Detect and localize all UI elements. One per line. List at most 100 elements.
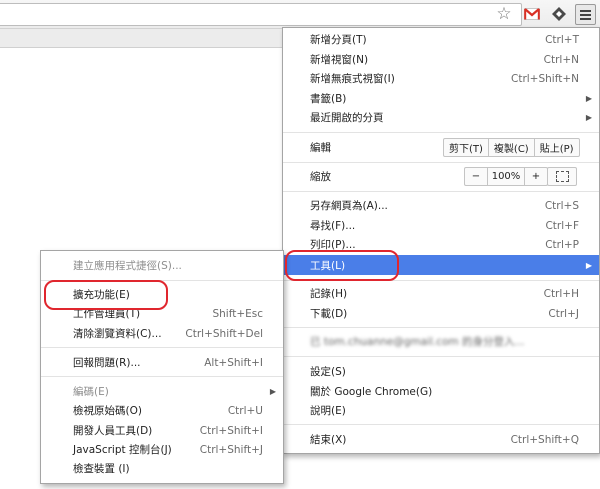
edit-button-group: 剪下(T) 複製(C) 貼上(P) [443, 138, 580, 157]
shortcut-text: Ctrl+U [227, 404, 263, 417]
paste-button[interactable]: 貼上(P) [533, 139, 579, 156]
menu-item-label: 編碼(E) [73, 386, 109, 398]
extension-icon[interactable] [550, 5, 568, 23]
menu-item-help[interactable]: 說明(E) [283, 401, 599, 420]
menu-item-label: 清除瀏覽資料(C)... [73, 328, 162, 340]
cut-button[interactable]: 剪下(T) [444, 139, 488, 156]
menu-item-new-tab[interactable]: 新增分頁(T) Ctrl+T [283, 30, 599, 49]
menu-item-label: 檢視原始碼(O) [73, 405, 142, 417]
menu-item-js-console[interactable]: JavaScript 控制台(J) Ctrl+Shift+J [41, 440, 283, 459]
menu-item-tools[interactable]: 工具(L) ▶ [283, 255, 599, 275]
menu-item-signed-in[interactable]: 已 tom.chuanne@gmail.com 的身分登入... [283, 332, 599, 351]
menu-item-label: 編輯 [310, 142, 331, 154]
menu-item-label: 回報問題(R)... [73, 357, 141, 369]
menu-item-recent-tabs[interactable]: 最近開啟的分頁 ▶ [283, 108, 599, 127]
zoom-level: 100% [487, 168, 524, 185]
shortcut-text: Ctrl+Shift+N [511, 72, 579, 85]
menu-item-label: 另存網頁為(A)... [310, 200, 388, 212]
menu-item-label: 新增視窗(N) [310, 54, 369, 66]
menu-item-view-source[interactable]: 檢視原始碼(O) Ctrl+U [41, 401, 283, 420]
omnibox[interactable] [0, 3, 522, 26]
menu-item-dev-tools[interactable]: 開發人員工具(D) Ctrl+Shift+I [41, 421, 283, 440]
menu-divider [41, 347, 283, 348]
shortcut-text: Ctrl+H [543, 287, 579, 300]
copy-button[interactable]: 複製(C) [487, 139, 534, 156]
shortcut-text: Alt+Shift+I [204, 356, 263, 369]
menu-item-label: 開發人員工具(D) [73, 425, 153, 437]
menu-item-label: 關於 Google Chrome(G) [310, 386, 433, 398]
menu-item-print[interactable]: 列印(P)... Ctrl+P [283, 235, 599, 254]
menu-item-label: 書籤(B) [310, 93, 347, 105]
menu-item-label: 尋找(F)... [310, 220, 356, 232]
shortcut-text: Ctrl+N [543, 53, 579, 66]
menu-item-bookmarks[interactable]: 書籤(B) ▶ [283, 89, 599, 108]
menu-item-label: 新增無痕式視窗(I) [310, 73, 395, 85]
menu-item-settings[interactable]: 設定(S) [283, 362, 599, 381]
menu-item-history[interactable]: 記錄(H) Ctrl+H [283, 284, 599, 303]
menu-item-label: 擴充功能(E) [73, 289, 130, 301]
menu-item-about[interactable]: 關於 Google Chrome(G) [283, 382, 599, 401]
shortcut-text: Ctrl+Shift+J [199, 443, 263, 456]
shortcut-text: Shift+Esc [212, 307, 263, 320]
menu-divider [283, 280, 599, 281]
menu-item-label: 建立應用程式捷徑(S)... [73, 260, 182, 272]
menu-item-save-as[interactable]: 另存網頁為(A)... Ctrl+S [283, 196, 599, 215]
menu-item-extensions[interactable]: 擴充功能(E) [41, 285, 283, 304]
hamburger-menu-icon[interactable] [575, 4, 596, 25]
menu-item-label: 最近開啟的分頁 [310, 112, 384, 124]
zoom-in-button[interactable]: + [524, 168, 547, 185]
menu-item-label: 工作管理員(T) [73, 308, 141, 320]
submenu-arrow-icon: ▶ [269, 387, 276, 396]
fullscreen-button[interactable] [547, 167, 577, 186]
menu-divider [283, 356, 599, 357]
menu-item-new-window[interactable]: 新增視窗(N) Ctrl+N [283, 50, 599, 69]
menu-item-label: JavaScript 控制台(J) [73, 444, 172, 456]
zoom-button-group: − 100% + [464, 167, 548, 186]
gmail-icon[interactable] [523, 5, 541, 23]
menu-item-label: 設定(S) [310, 366, 346, 378]
fullscreen-icon [555, 171, 569, 182]
shortcut-text: Ctrl+F [545, 219, 579, 232]
menu-item-label: 列印(P)... [310, 239, 356, 251]
browser-toolbar: ☆ [0, 0, 600, 29]
shortcut-text: Ctrl+Shift+Q [510, 433, 579, 446]
menu-item-find[interactable]: 尋找(F)... Ctrl+F [283, 216, 599, 235]
menu-item-new-incognito[interactable]: 新增無痕式視窗(I) Ctrl+Shift+N [283, 69, 599, 88]
zoom-out-button[interactable]: − [465, 168, 487, 185]
menu-divider [283, 162, 599, 163]
submenu-arrow-icon: ▶ [585, 94, 592, 103]
shortcut-text: Ctrl+S [544, 199, 579, 212]
submenu-arrow-icon: ▶ [585, 113, 592, 122]
shortcut-text: Ctrl+T [545, 33, 579, 46]
menu-item-label: 下載(D) [310, 308, 348, 320]
submenu-arrow-icon: ▶ [585, 260, 592, 270]
shortcut-text: Ctrl+Shift+Del [185, 327, 263, 340]
menu-item-label: 記錄(H) [310, 288, 348, 300]
menu-item-label: 檢查裝置 (I) [73, 463, 130, 475]
menu-item-clear-data[interactable]: 清除瀏覽資料(C)... Ctrl+Shift+Del [41, 324, 283, 343]
menu-item-downloads[interactable]: 下載(D) Ctrl+J [283, 304, 599, 323]
menu-item-label: 結束(X) [310, 434, 347, 446]
shortcut-text: Ctrl+Shift+I [199, 424, 263, 437]
menu-divider [41, 376, 283, 377]
shortcut-text: Ctrl+P [545, 238, 579, 251]
shortcut-text: Ctrl+J [548, 307, 579, 320]
menu-item-label: 新增分頁(T) [310, 34, 367, 46]
menu-item-create-shortcuts: 建立應用程式捷徑(S)... [41, 256, 283, 275]
menu-divider [283, 327, 599, 328]
menu-item-encoding[interactable]: 編碼(E) ▶ [41, 382, 283, 401]
chrome-main-menu: 新增分頁(T) Ctrl+T 新增視窗(N) Ctrl+N 新增無痕式視窗(I)… [282, 27, 600, 454]
tools-submenu: 建立應用程式捷徑(S)... 擴充功能(E) 工作管理員(T) Shift+Es… [40, 250, 284, 484]
menu-divider [283, 191, 599, 192]
menu-divider [41, 280, 283, 281]
menu-divider [283, 132, 599, 133]
signed-in-account-text: 已 tom.chuanne@gmail.com 的身分登入... [310, 336, 525, 348]
star-icon[interactable]: ☆ [495, 5, 513, 23]
menu-item-exit[interactable]: 結束(X) Ctrl+Shift+Q [283, 430, 599, 449]
menu-item-task-manager[interactable]: 工作管理員(T) Shift+Esc [41, 304, 283, 323]
menu-divider [283, 424, 599, 425]
menu-item-inspect-devices[interactable]: 檢查裝置 (I) [41, 459, 283, 478]
menu-item-label: 說明(E) [310, 405, 346, 417]
menu-item-label: 工具(L) [310, 259, 346, 272]
menu-item-report-issue[interactable]: 回報問題(R)... Alt+Shift+I [41, 353, 283, 372]
